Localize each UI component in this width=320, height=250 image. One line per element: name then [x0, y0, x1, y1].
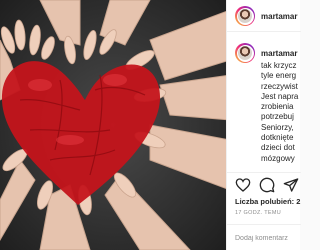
heart-icon[interactable]	[235, 177, 251, 193]
post-header: martamar	[227, 0, 301, 32]
action-bar	[227, 172, 301, 196]
caption-block: martamar tak krzycz tyle energ rzeczywis…	[227, 33, 301, 173]
caption-avatar[interactable]	[235, 43, 255, 63]
comment-icon[interactable]	[259, 177, 275, 193]
instagram-post: martamar martamar tak krzycz tyle energ …	[0, 0, 301, 250]
caption-line: zrobienia	[261, 102, 294, 112]
caption-line: potrzebuj	[261, 112, 294, 122]
caption-line: Jest napra	[261, 91, 299, 101]
caption-line: dotknięte	[261, 133, 294, 143]
header-username[interactable]: martamar	[261, 12, 297, 21]
post-side-panel: martamar martamar tak krzycz tyle energ …	[226, 0, 301, 250]
comment-input[interactable]	[235, 232, 301, 244]
caption-line: tak krzycz	[261, 61, 297, 70]
painted-heart-hands-image	[0, 0, 226, 250]
post-photo[interactable]	[0, 0, 226, 250]
avatar[interactable]	[235, 6, 255, 26]
caption-line: dzieci dot	[261, 143, 295, 153]
likes-count[interactable]: Liczba polubień: 2	[235, 197, 300, 206]
caption-username[interactable]: martamar	[261, 49, 297, 58]
comment-bar	[227, 224, 301, 250]
caption-line: Seniorzy,	[261, 122, 294, 132]
caption-text: tak krzycz tyle energ rzeczywist Jest na…	[261, 61, 301, 164]
caption-line: mózgowy	[261, 153, 295, 163]
profile-picture	[238, 46, 252, 60]
share-icon[interactable]	[283, 177, 299, 193]
caption-line: rzeczywist	[261, 81, 298, 91]
profile-picture	[238, 9, 252, 23]
caption-line: tyle energ	[261, 71, 297, 81]
post-date[interactable]: 17 GODZ. TEMU	[235, 210, 281, 216]
